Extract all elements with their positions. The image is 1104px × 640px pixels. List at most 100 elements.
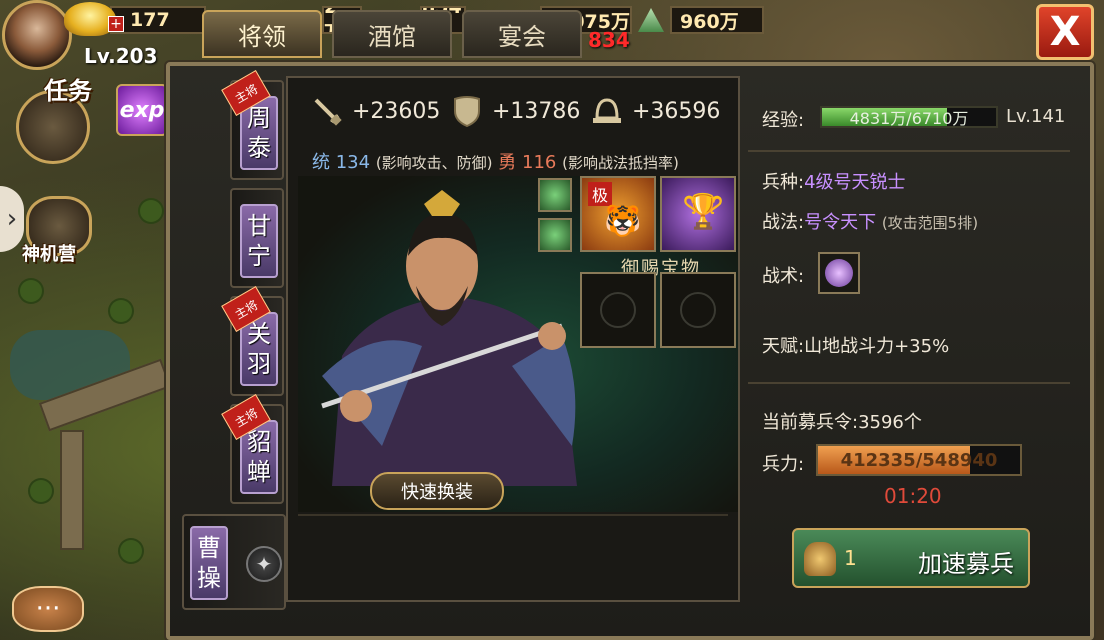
exp-label: 经验: xyxy=(762,110,805,131)
game-screen: Lv.203 177 + 2 万 854 万 1075万 960万 834 将领… xyxy=(0,0,1104,640)
tactic-line: 战法:号令天下 (攻击范围5排) xyxy=(762,208,978,234)
defense-value: +13786 xyxy=(492,98,581,124)
red-counter: 834 xyxy=(588,28,630,52)
exp-button[interactable]: exp xyxy=(116,84,168,136)
tab-generals[interactable]: 将领 xyxy=(202,10,322,58)
brave-note: (影响战法抵挡率) xyxy=(562,154,679,172)
chat-button[interactable]: ··· xyxy=(12,586,84,632)
tiger-icon: 🐯 xyxy=(604,204,642,239)
gold-value: 177 xyxy=(130,9,170,31)
tab-tavern[interactable]: 酒馆 xyxy=(332,10,452,58)
add-gold-button[interactable]: + xyxy=(108,16,124,32)
divider xyxy=(748,382,1070,384)
shenjiying-label: 神机营 xyxy=(22,244,76,265)
map-tree xyxy=(110,300,132,322)
hero-name-bottom: 操 xyxy=(197,564,221,592)
jade-icon xyxy=(638,8,664,32)
hero-bottom-strip xyxy=(298,514,728,598)
map-tree xyxy=(30,480,52,502)
close-button[interactable]: X xyxy=(1036,4,1094,60)
treasure-slot-empty-1[interactable] xyxy=(580,272,656,348)
hero-tab-zhoutai[interactable]: 周泰 主将 xyxy=(221,70,284,180)
defense-stat: +13786 xyxy=(450,94,580,128)
hero-name-top: 甘 xyxy=(247,212,271,240)
trophy-icon: 🏆 xyxy=(682,192,725,232)
hp-stat: +36596 xyxy=(590,94,720,128)
sword-icon xyxy=(310,94,344,128)
hero-name-bottom: 羽 xyxy=(247,350,271,378)
brave-value: 116 xyxy=(522,152,557,173)
map-tree xyxy=(120,540,142,562)
skill-label: 战术: xyxy=(762,266,805,287)
speed-recruit-button[interactable]: 1 加速募兵 xyxy=(792,528,1030,588)
gold-counter: 177 xyxy=(110,6,206,34)
attack-value: +23605 xyxy=(352,98,441,124)
hero-name: 曹操 xyxy=(190,526,228,600)
helmet-icon xyxy=(590,94,624,128)
top-bar: Lv.203 177 + 2 万 854 万 1075万 960万 834 将领… xyxy=(0,0,1104,70)
recruit-bag-icon xyxy=(804,542,836,576)
troop-type-label: 兵种: xyxy=(762,172,805,193)
tactic-range: (攻击范围5排) xyxy=(881,214,979,232)
treasure-slot-trophy[interactable]: 🏆 xyxy=(660,176,736,252)
tactic-label: 战法: xyxy=(762,212,805,233)
hero-level: Lv.141 xyxy=(1006,106,1066,127)
talent-label: 天赋: xyxy=(762,336,805,357)
treasure-slot-empty-2[interactable] xyxy=(660,272,736,348)
hp-value: +36596 xyxy=(632,98,721,124)
talent-value: 山地战斗力+35% xyxy=(804,336,950,357)
map-tree xyxy=(140,200,162,222)
lead-value: 134 xyxy=(335,152,371,173)
hero-tab-caocao[interactable]: 曹操 ✦ xyxy=(182,514,286,610)
treasure-slot-tiger[interactable]: 极 🐯 xyxy=(580,176,656,252)
hero-name-top: 曹 xyxy=(197,534,221,562)
exp-progress-bar: 4831万/6710万 xyxy=(820,106,998,128)
rank-tag: 极 xyxy=(588,182,612,206)
troop-type-value: 4级号天锐士 xyxy=(804,172,906,193)
hero-name: 甘宁 xyxy=(240,204,278,278)
compass-icon[interactable]: ✦ xyxy=(246,546,282,582)
attack-stat: +23605 xyxy=(310,94,440,128)
tactic-skill-icon[interactable] xyxy=(818,252,860,294)
player-avatar[interactable] xyxy=(2,0,72,70)
troops-progress-bar: 412335/548940 xyxy=(816,444,1022,476)
gem-slot-1[interactable] xyxy=(538,178,572,212)
hero-name-bottom: 蝉 xyxy=(247,458,271,486)
hero-tab-diaochan[interactable]: 貂蝉 主将 xyxy=(221,394,284,504)
empty-slot-icon xyxy=(600,292,636,328)
recruit-value: 3596个 xyxy=(858,412,922,433)
empty-slot-icon xyxy=(680,292,716,328)
lead-note: (影响攻击、防御) xyxy=(375,154,493,172)
troops-value: 412335/548940 xyxy=(840,449,998,471)
map-wall xyxy=(60,430,84,550)
speed-count: 1 xyxy=(844,546,857,570)
jade-value: 960万 xyxy=(680,10,739,33)
recruit-line: 当前募兵令:3596个 xyxy=(762,408,922,434)
gem-slot-2[interactable] xyxy=(538,218,572,252)
hero-name-bottom: 宁 xyxy=(247,242,271,270)
task-label: 任务 xyxy=(44,77,92,105)
map-tree xyxy=(20,280,42,302)
shield-icon xyxy=(450,94,484,128)
recruit-label: 当前募兵令: xyxy=(762,412,859,433)
hero-tab-guanyu[interactable]: 关羽 主将 xyxy=(221,286,284,396)
jade-counter: 960万 xyxy=(670,6,764,34)
divider xyxy=(748,150,1070,152)
quick-change-button[interactable]: 快速换装 xyxy=(370,472,504,510)
info-panel: 经验: 4831万/6710万 Lv.141 兵种:4级号天锐士 战法:号令天下… xyxy=(748,76,1072,602)
troop-type-line: 兵种:4级号天锐士 xyxy=(762,168,906,194)
talent-line: 天赋:山地战斗力+35% xyxy=(762,332,949,358)
brave-label: 勇 xyxy=(498,152,517,173)
lead-label: 统 xyxy=(312,152,330,173)
troops-label: 兵力: xyxy=(762,454,805,475)
hero-name-bottom: 泰 xyxy=(247,134,271,162)
speed-label: 加速募兵 xyxy=(918,550,1014,578)
expand-arrow-icon[interactable]: › xyxy=(0,186,24,252)
exp-value: 4831万/6710万 xyxy=(849,109,969,128)
tactic-value: 号令天下 xyxy=(804,212,877,233)
recruit-timer: 01:20 xyxy=(884,484,942,508)
hero-tab-ganning[interactable]: 甘宁 xyxy=(230,188,284,288)
player-level: Lv.203 xyxy=(84,44,158,68)
attribute-info: 统 134 (影响攻击、防御) 勇 116 (影响战法抵挡率) xyxy=(312,148,679,174)
tab-banquet[interactable]: 宴会 xyxy=(462,10,582,58)
